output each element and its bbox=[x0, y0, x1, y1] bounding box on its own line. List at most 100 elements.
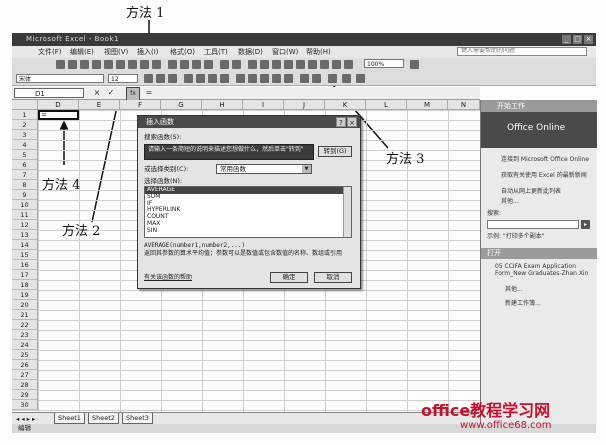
help-question-input[interactable] bbox=[457, 47, 587, 56]
menu-format[interactable]: 格式(O) bbox=[170, 47, 195, 57]
row-header[interactable]: 26 bbox=[12, 360, 38, 370]
cancel-entry-button[interactable]: × bbox=[92, 88, 102, 98]
row-header[interactable]: 15 bbox=[12, 250, 38, 260]
new-workbook-link[interactable]: 新建工作簿... bbox=[505, 300, 541, 307]
drawing-icon[interactable] bbox=[296, 60, 305, 69]
row-header[interactable]: 20 bbox=[12, 300, 38, 310]
row-header[interactable]: 7 bbox=[12, 170, 38, 180]
maximize-button[interactable]: □ bbox=[573, 35, 582, 44]
increase-decimal-icon[interactable] bbox=[272, 74, 281, 83]
row-header[interactable]: 11 bbox=[12, 210, 38, 220]
enter-entry-button[interactable]: ✓ bbox=[106, 88, 116, 98]
column-header[interactable]: E bbox=[79, 100, 120, 110]
row-header[interactable]: 4 bbox=[12, 140, 38, 150]
row-header[interactable]: 24 bbox=[12, 340, 38, 350]
sort-descending-icon[interactable] bbox=[320, 60, 329, 69]
column-header[interactable]: N bbox=[448, 100, 480, 110]
bold-icon[interactable] bbox=[144, 74, 153, 83]
percent-icon[interactable] bbox=[248, 74, 257, 83]
column-header[interactable]: L bbox=[366, 100, 407, 110]
column-header[interactable]: G bbox=[161, 100, 202, 110]
search-function-input[interactable]: 请输入一条简短的说明来描述您想做什么，然后单击"转到" bbox=[144, 144, 314, 160]
row-header[interactable]: 17 bbox=[12, 270, 38, 280]
print-icon[interactable] bbox=[116, 60, 125, 69]
row-header[interactable]: 29 bbox=[12, 390, 38, 400]
category-select[interactable]: 常用函数 ▼ bbox=[216, 164, 312, 174]
underline-icon[interactable] bbox=[168, 74, 177, 83]
active-cell-d1[interactable]: = bbox=[38, 110, 79, 120]
font-color-icon[interactable] bbox=[356, 74, 365, 83]
row-header[interactable]: 9 bbox=[12, 190, 38, 200]
row-header[interactable]: 18 bbox=[12, 280, 38, 290]
menu-help[interactable]: 帮助(H) bbox=[306, 47, 331, 57]
italic-icon[interactable] bbox=[156, 74, 165, 83]
open-icon[interactable] bbox=[68, 60, 77, 69]
research-icon[interactable] bbox=[152, 60, 161, 69]
row-header[interactable]: 28 bbox=[12, 380, 38, 390]
align-left-icon[interactable] bbox=[184, 74, 193, 83]
open-other-link[interactable]: 其他... bbox=[505, 286, 523, 293]
cancel-button[interactable]: 取消 bbox=[314, 272, 352, 283]
email-icon[interactable] bbox=[104, 60, 113, 69]
row-header[interactable]: 30 bbox=[12, 400, 38, 410]
task-pane-more-link[interactable]: 其他... bbox=[501, 198, 519, 205]
column-header[interactable]: F bbox=[120, 100, 161, 110]
row-header[interactable]: 3 bbox=[12, 130, 38, 140]
name-box[interactable]: D1 bbox=[14, 88, 84, 98]
recent-file-link[interactable]: 05 CCIFA Exam Application Form_New Gradu… bbox=[495, 263, 591, 277]
permission-icon[interactable] bbox=[92, 60, 101, 69]
sheet-tab-2[interactable]: Sheet2 bbox=[88, 413, 119, 424]
insert-function-button[interactable]: fx bbox=[126, 87, 140, 101]
column-header[interactable]: I bbox=[243, 100, 284, 110]
function-list-item[interactable]: SIN bbox=[145, 227, 351, 235]
decrease-indent-icon[interactable] bbox=[300, 74, 309, 83]
function-list-scrollbar[interactable] bbox=[343, 187, 351, 237]
autosum-icon[interactable] bbox=[308, 60, 317, 69]
sort-ascending-icon[interactable] bbox=[272, 60, 281, 69]
dialog-help-button[interactable]: ? bbox=[336, 117, 346, 127]
hyperlink-icon[interactable] bbox=[248, 60, 257, 69]
menu-view[interactable]: 视图(V) bbox=[104, 47, 128, 57]
row-header[interactable]: 14 bbox=[12, 240, 38, 250]
search-go-icon[interactable]: ▸ bbox=[581, 220, 590, 229]
column-header[interactable]: K bbox=[325, 100, 366, 110]
function-list-item[interactable]: MAX bbox=[145, 220, 351, 228]
undo-icon[interactable] bbox=[220, 60, 229, 69]
align-center-icon[interactable] bbox=[196, 74, 205, 83]
increase-indent-icon[interactable] bbox=[312, 74, 321, 83]
borders-icon[interactable] bbox=[328, 74, 337, 83]
menu-window[interactable]: 窗口(W) bbox=[272, 47, 298, 57]
print-preview-icon[interactable] bbox=[128, 60, 137, 69]
dialog-close-button[interactable]: × bbox=[347, 117, 357, 127]
format-painter-icon[interactable] bbox=[204, 60, 213, 69]
new-icon[interactable] bbox=[56, 60, 65, 69]
minimize-button[interactable]: _ bbox=[562, 35, 571, 44]
row-header[interactable]: 12 bbox=[12, 220, 38, 230]
decrease-decimal-icon[interactable] bbox=[284, 74, 293, 83]
office-online-banner[interactable]: Office Online bbox=[481, 112, 597, 148]
formula-content[interactable]: = bbox=[144, 88, 154, 98]
column-header[interactable]: D bbox=[38, 100, 79, 110]
task-pane-link[interactable]: 获取有关使用 Excel 的最新新闻 bbox=[501, 172, 591, 179]
copy-icon[interactable] bbox=[180, 60, 189, 69]
help-icon[interactable] bbox=[410, 60, 419, 69]
row-header[interactable]: 23 bbox=[12, 330, 38, 340]
row-header[interactable]: 13 bbox=[12, 230, 38, 240]
drawing-toolbar-icon[interactable] bbox=[344, 60, 353, 69]
close-button[interactable]: × bbox=[584, 35, 593, 44]
menu-data[interactable]: 数据(D) bbox=[238, 47, 263, 57]
row-header[interactable]: 21 bbox=[12, 310, 38, 320]
row-header[interactable]: 22 bbox=[12, 320, 38, 330]
task-pane-link[interactable]: 连接到 Microsoft Office Online bbox=[501, 156, 591, 163]
spelling-icon[interactable] bbox=[140, 60, 149, 69]
insert-chart-icon[interactable] bbox=[332, 60, 341, 69]
chart-icon[interactable] bbox=[284, 60, 293, 69]
function-list-item[interactable]: HYPERLINK bbox=[145, 207, 351, 214]
font-size-select[interactable]: 12 bbox=[108, 74, 138, 83]
task-pane-search-input[interactable] bbox=[487, 220, 579, 229]
sum-icon[interactable] bbox=[260, 60, 269, 69]
zoom-select[interactable]: 100% bbox=[364, 59, 404, 68]
merge-center-icon[interactable] bbox=[220, 74, 229, 83]
menu-file[interactable]: 文件(F) bbox=[38, 47, 62, 57]
redo-icon[interactable] bbox=[232, 60, 241, 69]
